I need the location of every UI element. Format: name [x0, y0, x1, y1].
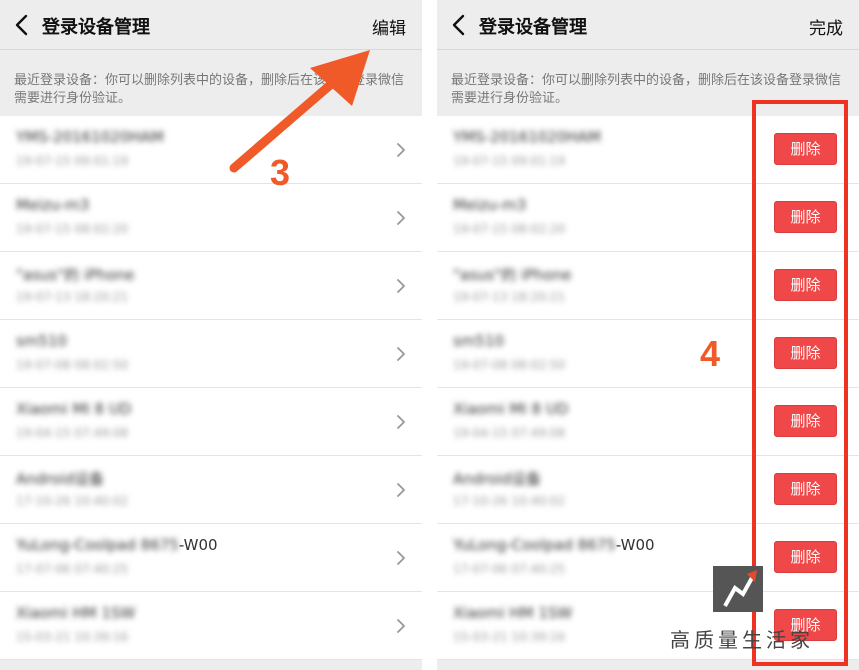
chevron-right-icon — [397, 347, 406, 361]
device-login-time: 19-07-13 18:20:21 — [453, 290, 566, 304]
chevron-right-icon — [397, 483, 406, 497]
done-button[interactable]: 完成 — [809, 14, 843, 39]
device-name: sm510 — [453, 332, 505, 350]
device-name: "asus"的 iPhone — [453, 266, 572, 284]
device-login-time: 19-07-08 08:02:50 — [453, 358, 566, 372]
chevron-right-icon — [397, 143, 406, 157]
device-name: sm510 — [16, 332, 68, 350]
device-name: Xiaomi MI 8 UD — [453, 400, 569, 418]
device-login-time: 19-07-08 08:02:50 — [16, 358, 129, 372]
edit-button[interactable]: 编辑 — [372, 14, 406, 39]
device-name: YMS-20161020HAM — [453, 128, 601, 146]
step-number-4: 4 — [700, 333, 721, 374]
device-login-time: 19-07-15 08:02:20 — [16, 222, 129, 236]
page-title: 登录设备管理 — [42, 17, 150, 38]
chevron-right-icon — [397, 279, 406, 293]
chevron-right-icon — [397, 619, 406, 633]
device-login-time: 17-10-26 10:40:02 — [16, 494, 129, 508]
device-row[interactable]: sm510 19-07-08 08:02:50 — [0, 320, 422, 388]
device-login-time: 19-04-15 07:49:08 — [453, 426, 566, 440]
device-login-time: 17-07-06 07:40:25 — [453, 562, 566, 576]
device-name: YMS-20161020HAM — [16, 128, 164, 146]
device-name: YuLong-Coolpad 8675-W00 — [453, 536, 655, 554]
device-login-time: 19-07-15 09:01:19 — [453, 154, 566, 168]
watermark-logo-icon — [713, 566, 763, 612]
device-login-time: 19-04-15 07:49:08 — [16, 426, 129, 440]
device-login-time: 15-03-21 10:39:16 — [453, 630, 566, 644]
chevron-right-icon — [397, 211, 406, 225]
device-name: Xiaomi MI 8 UD — [16, 400, 132, 418]
device-name: Xiaomi HM 1SW — [453, 604, 573, 622]
device-name: "asus"的 iPhone — [16, 266, 135, 284]
device-login-time: 19-07-15 09:01:19 — [16, 154, 129, 168]
device-name: YuLong-Coolpad 8675-W00 — [16, 536, 218, 554]
back-arrow-icon[interactable] — [10, 10, 36, 40]
device-name: Xiaomi HM 1SW — [16, 604, 136, 622]
device-name: Meizu-m3 — [16, 196, 90, 214]
device-row[interactable]: Android设备 17-10-26 10:40:02 — [0, 456, 422, 524]
device-login-time: 17-07-06 07:40:25 — [16, 562, 129, 576]
device-name: Android设备 — [16, 470, 104, 488]
device-row[interactable]: YuLong-Coolpad 8675-W00 17-07-06 07:40:25 — [0, 524, 422, 592]
page-title: 登录设备管理 — [479, 17, 587, 38]
device-row[interactable]: Xiaomi HM 1SW 15-03-21 10:39:16 — [0, 592, 422, 660]
highlight-frame — [752, 100, 848, 666]
device-login-time: 15-03-21 10:39:16 — [16, 630, 129, 644]
chevron-right-icon — [397, 415, 406, 429]
device-row[interactable]: Xiaomi MI 8 UD 19-04-15 07:49:08 — [0, 388, 422, 456]
device-name: Android设备 — [453, 470, 541, 488]
device-login-time: 19-07-15 08:02:20 — [453, 222, 566, 236]
chevron-right-icon — [397, 551, 406, 565]
device-name: Meizu-m3 — [453, 196, 527, 214]
watermark-text: 高质量生活家 — [670, 628, 814, 652]
device-list: YMS-20161020HAM 19-07-15 09:01:19 Meizu-m3… — [0, 116, 422, 660]
device-row[interactable]: "asus"的 iPhone 19-07-13 18:20:21 — [0, 252, 422, 320]
annotation-arrow-icon — [229, 50, 370, 173]
nav-bar: 登录设备管理 完成 — [437, 0, 859, 50]
step-number-3: 3 — [270, 152, 291, 193]
device-row[interactable]: Meizu-m3 19-07-15 08:02:20 — [0, 184, 422, 252]
device-login-time: 17-10-26 10:40:02 — [453, 494, 566, 508]
device-login-time: 19-07-13 18:20:21 — [16, 290, 129, 304]
back-arrow-icon[interactable] — [447, 10, 473, 40]
